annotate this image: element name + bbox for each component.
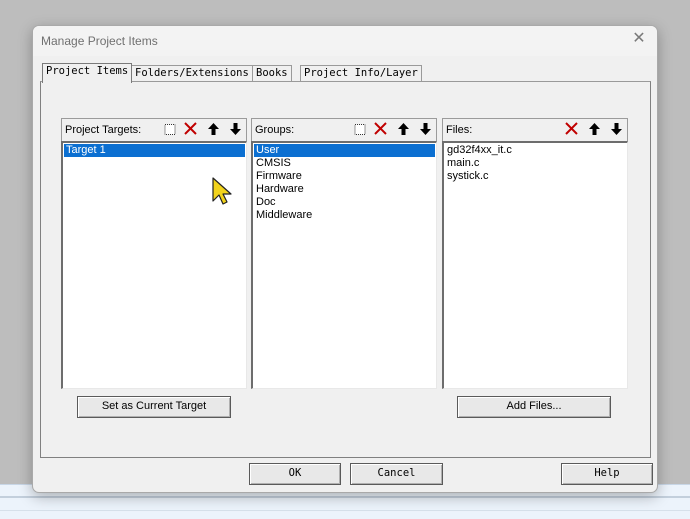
list-item[interactable]: Hardware bbox=[254, 183, 435, 196]
project-targets-list[interactable]: Target 1 bbox=[61, 141, 247, 389]
project-targets-header: Project Targets: bbox=[61, 118, 247, 141]
groups-label: Groups: bbox=[255, 124, 295, 136]
cancel-button[interactable]: Cancel bbox=[350, 463, 443, 485]
list-item[interactable]: systick.c bbox=[445, 170, 626, 183]
list-item[interactable]: gd32f4xx_it.c bbox=[445, 144, 626, 157]
desktop-divider bbox=[0, 510, 690, 511]
move-down-icon[interactable] bbox=[607, 121, 626, 138]
new-icon[interactable] bbox=[350, 121, 369, 138]
move-up-icon[interactable] bbox=[585, 121, 604, 138]
add-files-button[interactable]: Add Files... bbox=[457, 396, 611, 418]
ok-button[interactable]: OK bbox=[249, 463, 341, 485]
close-icon[interactable]: ✕ bbox=[631, 31, 647, 47]
project-targets-label: Project Targets: bbox=[65, 124, 142, 136]
move-up-icon[interactable] bbox=[394, 121, 413, 138]
tab-books[interactable]: Books bbox=[252, 65, 292, 82]
groups-list[interactable]: User CMSIS Firmware Hardware Doc Middlew… bbox=[251, 141, 437, 389]
move-down-icon[interactable] bbox=[416, 121, 435, 138]
list-item[interactable]: User bbox=[254, 144, 435, 157]
delete-icon[interactable] bbox=[562, 121, 581, 138]
desktop-divider bbox=[0, 496, 690, 498]
files-label: Files: bbox=[446, 124, 473, 136]
groups-header: Groups: bbox=[251, 118, 437, 141]
files-pane: Files: gd32f4xx_it.c main.c systick.c bbox=[442, 118, 628, 391]
list-item[interactable]: Doc bbox=[254, 196, 435, 209]
title-bar: Manage Project Items ✕ bbox=[33, 26, 657, 56]
set-as-current-target-button[interactable]: Set as Current Target bbox=[77, 396, 231, 418]
help-button[interactable]: Help bbox=[561, 463, 653, 485]
move-up-icon[interactable] bbox=[204, 121, 223, 138]
delete-icon[interactable] bbox=[181, 121, 200, 138]
list-item[interactable]: Middleware bbox=[254, 209, 435, 222]
files-header: Files: bbox=[442, 118, 628, 141]
tab-project-items[interactable]: Project Items bbox=[42, 63, 133, 83]
list-item[interactable]: Firmware bbox=[254, 170, 435, 183]
manage-project-items-dialog: Manage Project Items ✕ Project Items Fol… bbox=[32, 25, 658, 493]
tab-project-info-layer[interactable]: Project Info/Layer bbox=[300, 65, 422, 82]
tab-folders-extensions[interactable]: Folders/Extensions bbox=[131, 65, 253, 82]
delete-icon[interactable] bbox=[371, 121, 390, 138]
list-item[interactable]: main.c bbox=[445, 157, 626, 170]
files-list[interactable]: gd32f4xx_it.c main.c systick.c bbox=[442, 141, 628, 389]
list-item-target-1[interactable]: Target 1 bbox=[64, 144, 245, 157]
list-item[interactable]: CMSIS bbox=[254, 157, 435, 170]
groups-pane: Groups: User CMSIS Firmware Hardware Doc… bbox=[251, 118, 437, 391]
project-targets-pane: Project Targets: Target 1 bbox=[61, 118, 247, 391]
new-icon[interactable] bbox=[160, 121, 179, 138]
dialog-title: Manage Project Items bbox=[41, 34, 158, 48]
move-down-icon[interactable] bbox=[226, 121, 245, 138]
